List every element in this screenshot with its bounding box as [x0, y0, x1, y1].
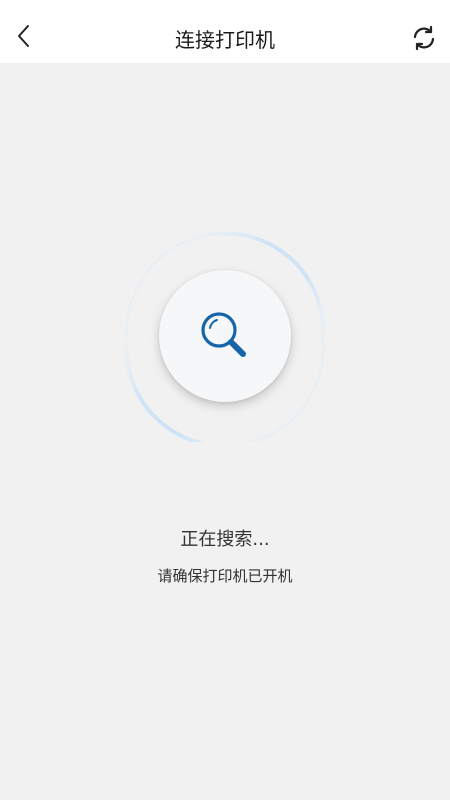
page-title: 连接打印机 — [175, 28, 275, 52]
printer-on-hint: 请确保打印机已开机 — [157, 567, 293, 585]
search-button[interactable] — [159, 270, 291, 402]
magnifier-icon — [201, 312, 246, 357]
refresh-button[interactable] — [408, 22, 440, 54]
search-animation — [125, 232, 325, 442]
refresh-icon — [413, 25, 435, 51]
connect-printer-screen: 连接打印机 正在搜索... 请确保打印机已开机 — [0, 0, 450, 800]
searching-status: 正在搜索... — [180, 529, 270, 550]
app-header: 连接打印机 — [0, 0, 450, 63]
